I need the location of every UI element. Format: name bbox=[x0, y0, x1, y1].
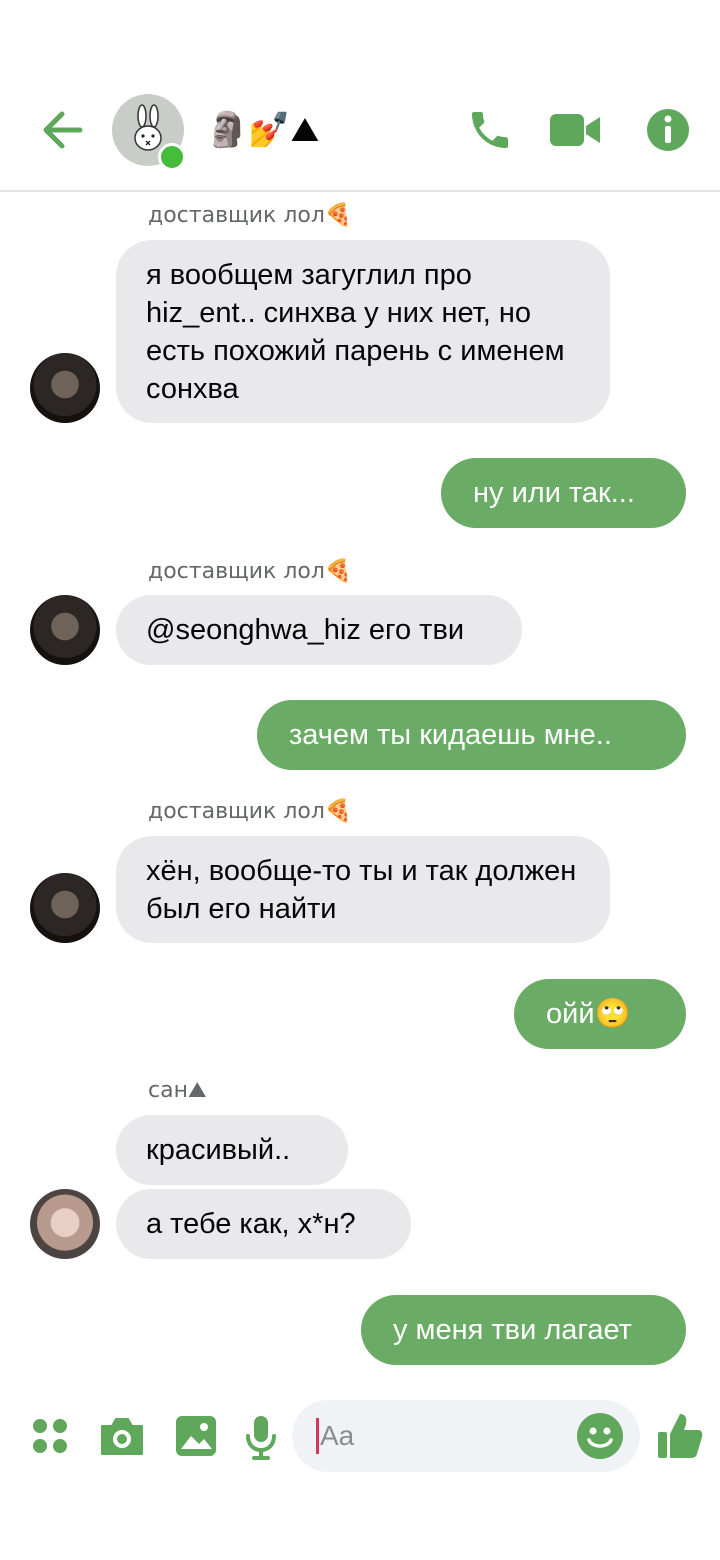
back-arrow-icon[interactable] bbox=[40, 108, 84, 152]
message-text: @seonghwa_hiz его тви bbox=[146, 614, 465, 646]
bunny-icon bbox=[132, 104, 164, 154]
menu-dots-icon[interactable] bbox=[30, 1416, 70, 1456]
sender-avatar[interactable] bbox=[30, 595, 100, 665]
message-text: хён, вообще-то ты и так должен был его н… bbox=[146, 854, 577, 925]
sender-avatar[interactable] bbox=[30, 873, 100, 943]
message-text: зачем ты кидаешь мне.. bbox=[289, 719, 612, 751]
message-text: ну или так... bbox=[473, 477, 635, 509]
emoji-icon[interactable] bbox=[576, 1412, 624, 1460]
video-camera-icon[interactable] bbox=[548, 110, 602, 150]
sender-name: доставщик лол🍕 bbox=[148, 799, 353, 824]
message-text: я вообщем загуглил про hiz_ent.. синхва … bbox=[146, 258, 565, 405]
sender-avatar[interactable] bbox=[30, 1189, 100, 1259]
text-caret bbox=[316, 1418, 319, 1454]
message-text: а тебе как, х*н? bbox=[146, 1208, 356, 1240]
message-text: красивый.. bbox=[146, 1134, 291, 1166]
chat-header: 🗿💅⛰ bbox=[0, 0, 720, 192]
sender-name: доставщик лол🍕 bbox=[148, 203, 353, 228]
sender-name: сан⛰ bbox=[148, 1078, 207, 1103]
info-icon[interactable] bbox=[644, 106, 692, 154]
outgoing-message-bubble[interactable]: ну или так... bbox=[441, 458, 686, 528]
online-status-dot bbox=[158, 143, 186, 171]
incoming-message-bubble[interactable]: а тебе как, х*н? bbox=[116, 1189, 411, 1259]
camera-icon[interactable] bbox=[98, 1414, 146, 1458]
sender-name: доставщик лол🍕 bbox=[148, 559, 353, 584]
outgoing-message-bubble[interactable]: у меня тви лагает bbox=[361, 1295, 686, 1365]
incoming-message-bubble[interactable]: я вообщем загуглил про hiz_ent.. синхва … bbox=[116, 240, 610, 423]
phone-icon[interactable] bbox=[466, 106, 514, 154]
message-text: у меня тви лагает bbox=[393, 1314, 632, 1346]
input-placeholder: Aa bbox=[320, 1420, 355, 1451]
incoming-message-bubble[interactable]: хён, вообще-то ты и так должен был его н… bbox=[116, 836, 610, 943]
outgoing-message-bubble[interactable]: ойй🙄 bbox=[514, 979, 686, 1049]
incoming-message-bubble[interactable]: красивый.. bbox=[116, 1115, 348, 1185]
outgoing-message-bubble[interactable]: зачем ты кидаешь мне.. bbox=[257, 700, 686, 770]
message-input[interactable]: Aa bbox=[292, 1400, 640, 1472]
image-icon[interactable] bbox=[174, 1414, 218, 1458]
chat-title[interactable]: 🗿💅⛰ bbox=[206, 108, 319, 152]
incoming-message-bubble[interactable]: @seonghwa_hiz его тви bbox=[116, 595, 522, 665]
microphone-icon[interactable] bbox=[244, 1414, 278, 1460]
sender-avatar[interactable] bbox=[30, 353, 100, 423]
message-text: ойй🙄 bbox=[546, 998, 631, 1030]
thumbs-up-icon[interactable] bbox=[656, 1410, 704, 1460]
